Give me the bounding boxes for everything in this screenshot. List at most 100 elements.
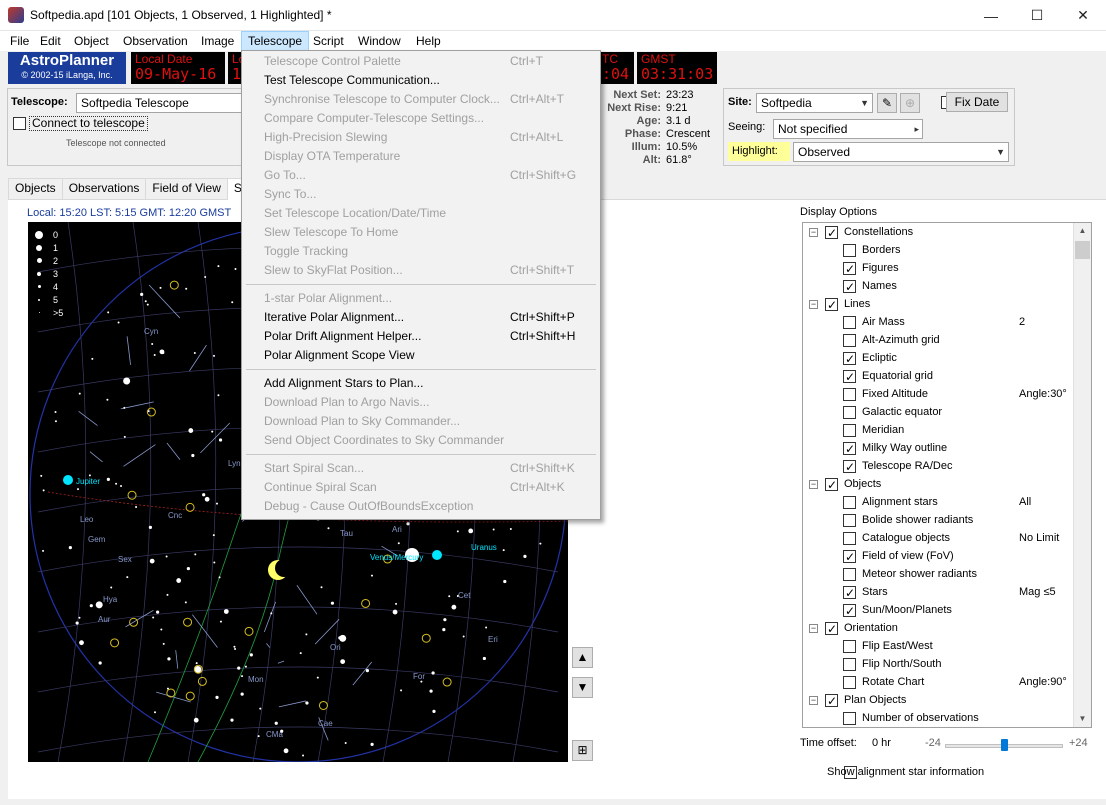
collapse-icon[interactable]: − bbox=[809, 624, 818, 633]
collapse-icon[interactable]: − bbox=[809, 480, 818, 489]
option-checkbox[interactable] bbox=[843, 334, 856, 347]
option-checkbox[interactable] bbox=[843, 568, 856, 581]
collapse-icon[interactable]: − bbox=[809, 696, 818, 705]
star bbox=[274, 721, 278, 725]
telescope-menu-item[interactable]: Add Alignment Stars to Plan... bbox=[244, 374, 598, 393]
constellation-name-label: Sex bbox=[118, 555, 132, 564]
edit-site-button[interactable]: ✎ bbox=[877, 93, 897, 113]
display-options-label: Display Options bbox=[800, 206, 878, 218]
option-checkbox[interactable] bbox=[843, 712, 856, 725]
option-row: Ecliptic bbox=[803, 349, 1091, 368]
menu-item-shortcut: Ctrl+Shift+K bbox=[510, 461, 575, 475]
option-checkbox[interactable] bbox=[843, 548, 856, 566]
option-checkbox[interactable] bbox=[843, 458, 856, 476]
option-checkbox[interactable] bbox=[843, 260, 856, 278]
highlight-select[interactable]: Observed ▼ bbox=[793, 142, 1009, 162]
star bbox=[327, 527, 330, 530]
option-checkbox[interactable] bbox=[843, 316, 856, 329]
show-alignment-label[interactable]: Show alignment star information bbox=[827, 766, 984, 778]
moon-info-key: Phase: bbox=[624, 128, 661, 140]
scroll-down-icon[interactable]: ▼ bbox=[1074, 711, 1091, 727]
legend-row: 3 bbox=[33, 267, 63, 280]
connect-telescope-checkbox[interactable] bbox=[13, 117, 26, 130]
telescope-menu-item[interactable]: Test Telescope Communication... bbox=[244, 71, 598, 90]
option-checkbox[interactable] bbox=[825, 620, 838, 638]
connect-telescope-label[interactable]: Connect to telescope bbox=[29, 116, 148, 131]
menu-image[interactable]: Image bbox=[195, 31, 240, 51]
star bbox=[462, 635, 465, 638]
moon-info-value: Crescent bbox=[666, 128, 711, 140]
menu-script[interactable]: Script bbox=[307, 31, 350, 51]
star bbox=[89, 604, 93, 608]
fix-date-button[interactable]: Fix Date bbox=[946, 92, 1008, 112]
option-checkbox[interactable] bbox=[843, 602, 856, 620]
option-label: Borders bbox=[862, 244, 901, 256]
option-row: Borders bbox=[803, 241, 1091, 259]
tab-observations[interactable]: Observations bbox=[61, 178, 147, 199]
option-checkbox[interactable] bbox=[843, 244, 856, 257]
display-options-scrollbar[interactable]: ▲ ▼ bbox=[1073, 223, 1091, 727]
collapse-icon[interactable]: − bbox=[809, 228, 818, 237]
option-checkbox[interactable] bbox=[825, 296, 838, 314]
minimize-button[interactable]: — bbox=[968, 0, 1014, 31]
option-checkbox[interactable] bbox=[825, 692, 838, 710]
option-checkbox[interactable] bbox=[843, 278, 856, 296]
fov-button[interactable]: ⊞ bbox=[572, 740, 593, 761]
menu-file[interactable]: File bbox=[4, 31, 35, 51]
tab-field-of-view[interactable]: Field of View bbox=[145, 178, 228, 199]
option-checkbox[interactable] bbox=[843, 388, 856, 401]
option-checkbox[interactable] bbox=[843, 368, 856, 386]
scroll-up-icon[interactable]: ▲ bbox=[1074, 223, 1091, 239]
option-checkbox[interactable] bbox=[843, 514, 856, 527]
telescope-menu-item: Continue Spiral Scan Ctrl+Alt+K bbox=[244, 478, 598, 497]
site-select[interactable]: Softpedia ▼ bbox=[756, 93, 873, 113]
option-checkbox[interactable] bbox=[843, 584, 856, 602]
constellation-line bbox=[148, 284, 181, 319]
option-row: Telescope RA/Dec bbox=[803, 457, 1091, 476]
star bbox=[249, 653, 253, 657]
option-value: 2 bbox=[1019, 316, 1026, 328]
telescope-menu-item[interactable]: Polar Alignment Scope View bbox=[244, 346, 598, 365]
maximize-button[interactable]: ☐ bbox=[1014, 0, 1060, 31]
close-button[interactable]: ✕ bbox=[1060, 0, 1106, 31]
menu-telescope[interactable]: Telescope bbox=[241, 31, 310, 51]
scroll-up-button[interactable]: ▲ bbox=[572, 647, 593, 668]
telescope-menu-item[interactable]: Iterative Polar Alignment... Ctrl+Shift+P bbox=[244, 308, 598, 327]
star bbox=[305, 633, 308, 636]
scroll-down-button[interactable]: ▼ bbox=[572, 677, 593, 698]
option-checkbox[interactable] bbox=[843, 406, 856, 419]
option-checkbox[interactable] bbox=[843, 640, 856, 653]
star bbox=[283, 748, 289, 754]
tab-objects[interactable]: Objects bbox=[8, 178, 63, 199]
catalogue-object-marker bbox=[110, 638, 120, 648]
option-checkbox[interactable] bbox=[843, 496, 856, 509]
telescope-select[interactable]: Softpedia Telescope bbox=[76, 93, 244, 113]
star bbox=[95, 601, 103, 609]
menu-observation[interactable]: Observation bbox=[117, 31, 194, 51]
option-checkbox[interactable] bbox=[843, 676, 856, 689]
option-checkbox[interactable] bbox=[825, 476, 838, 494]
menu-help[interactable]: Help bbox=[410, 31, 447, 51]
menu-object[interactable]: Object bbox=[68, 31, 115, 51]
catalogue-object-marker bbox=[185, 502, 195, 512]
option-checkbox[interactable] bbox=[843, 532, 856, 545]
option-checkbox[interactable] bbox=[843, 424, 856, 437]
option-row: Fixed Altitude Angle:30° bbox=[803, 385, 1091, 403]
option-checkbox[interactable] bbox=[825, 224, 838, 242]
seeing-select[interactable]: Not specified ▸ bbox=[773, 119, 923, 139]
option-value: No Limit bbox=[1019, 532, 1060, 544]
scroll-thumb[interactable] bbox=[1075, 241, 1090, 259]
option-checkbox[interactable] bbox=[843, 440, 856, 458]
constellation-line bbox=[78, 411, 98, 426]
constellation-line bbox=[120, 401, 154, 410]
collapse-icon[interactable]: − bbox=[809, 300, 818, 309]
star bbox=[123, 435, 126, 438]
menu-edit[interactable]: Edit bbox=[34, 31, 67, 51]
globe-button[interactable]: ⊕ bbox=[900, 93, 920, 113]
option-checkbox[interactable] bbox=[843, 658, 856, 671]
option-row: Sun/Moon/Planets bbox=[803, 601, 1091, 620]
telescope-menu-item[interactable]: Polar Drift Alignment Helper... Ctrl+Shif… bbox=[244, 327, 598, 346]
option-checkbox[interactable] bbox=[843, 350, 856, 368]
time-offset-slider-thumb[interactable] bbox=[1001, 739, 1008, 751]
menu-window[interactable]: Window bbox=[352, 31, 407, 51]
